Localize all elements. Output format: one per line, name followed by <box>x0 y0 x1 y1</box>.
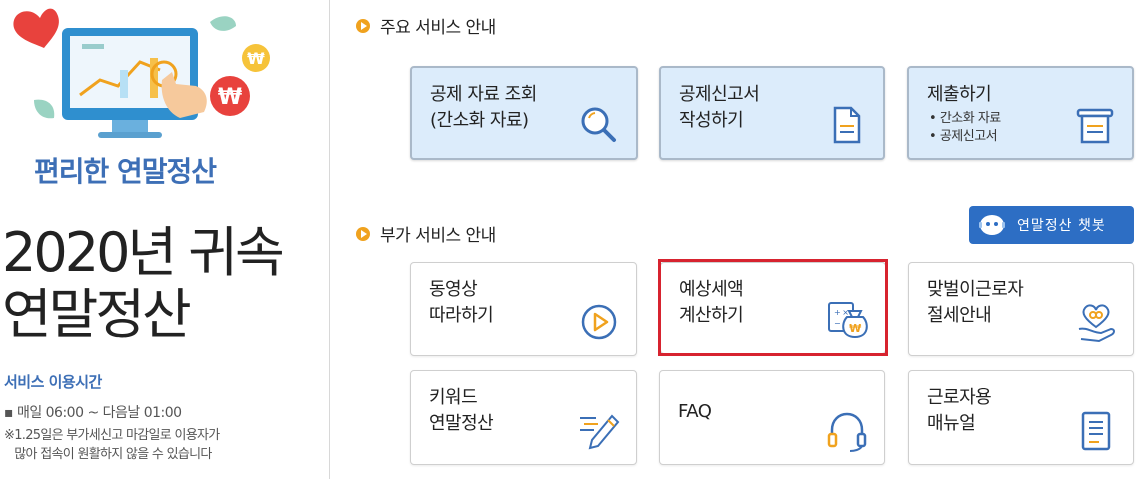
card-label: 맞벌이근로자 절세안내 <box>927 279 1024 326</box>
card-dual-income[interactable]: 맞벌이근로자 절세안내 <box>908 262 1134 356</box>
hero-subtitle: 편리한 연말정산 <box>34 155 217 188</box>
submit-sub-list: 간소화 자료 공제신고서 <box>929 110 1001 146</box>
left-panel: ₩ ₩ 편리한 연말정산 2020년 귀속 연말정산 서비스 이용시간 ▪ 매일… <box>0 0 330 479</box>
card-faq[interactable]: FAQ <box>659 370 885 465</box>
card-label: FAQ <box>678 401 712 422</box>
svg-text:₩: ₩ <box>218 85 242 110</box>
headset-icon <box>827 412 867 452</box>
page-title: 2020년 귀속 연말정산 <box>2 221 285 346</box>
submit-sub-item: 공제신고서 <box>929 128 1001 146</box>
card-label: 동영상 따라하기 <box>429 279 494 326</box>
card-label: 근로자용 매뉴얼 <box>927 387 992 434</box>
bullet-play-icon <box>356 18 370 33</box>
svg-text:₩: ₩ <box>849 322 861 335</box>
card-label: 예상세액 계산하기 <box>679 279 744 326</box>
page-title-line2: 연말정산 <box>2 283 192 346</box>
main-services-heading-label: 주요 서비스 안내 <box>380 18 496 38</box>
submit-sub-item: 간소화 자료 <box>929 110 1001 128</box>
extra-services-heading-label: 부가 서비스 안내 <box>380 226 496 246</box>
card-submit[interactable]: 제출하기 간소화 자료 공제신고서 <box>907 66 1134 160</box>
page-title-line1: 2020년 귀속 <box>2 221 285 284</box>
service-hours-time: ▪ 매일 06:00 ~ 다음날 01:00 <box>4 405 182 421</box>
card-label: 제출하기 <box>927 84 992 105</box>
card-video-guide[interactable]: 동영상 따라하기 <box>410 262 637 356</box>
heart-hand-icon <box>1078 304 1115 343</box>
chatbot-button[interactable]: 연말정산 챗봇 <box>969 206 1134 244</box>
service-hours-note: ※1.25일은 부가세신고 마감일로 이용자가 많아 접속이 원활하지 않을 수… <box>4 428 220 462</box>
bullet-play-icon <box>356 226 370 241</box>
card-tax-estimate[interactable]: 예상세액 계산하기 + × − = ₩ <box>660 262 886 354</box>
manual-icon <box>1081 411 1111 451</box>
calculator-moneybag-icon: + × − = ₩ <box>828 302 868 339</box>
card-keyword[interactable]: 키워드 연말정산 <box>410 370 637 465</box>
card-label: 공제 자료 조회 (간소화 자료) <box>430 84 537 131</box>
play-icon <box>581 304 617 340</box>
card-write-declaration[interactable]: 공제신고서 작성하기 <box>659 66 885 160</box>
pencil-icon <box>580 414 620 450</box>
main-services-heading: 주요 서비스 안내 <box>356 13 496 38</box>
magnifier-icon <box>581 107 616 142</box>
card-deduction-lookup[interactable]: 공제 자료 조회 (간소화 자료) <box>410 66 638 160</box>
extra-services-heading: 부가 서비스 안내 <box>356 221 496 246</box>
hero-illustration: ₩ ₩ <box>13 8 270 138</box>
card-label: 키워드 연말정산 <box>429 387 494 434</box>
svg-text:+ ×: + × <box>834 308 848 317</box>
document-icon <box>833 106 861 144</box>
svg-text:₩: ₩ <box>247 49 265 68</box>
service-hours-label: 서비스 이용시간 <box>4 373 102 391</box>
chatbot-label: 연말정산 챗봇 <box>1017 218 1106 234</box>
chatbot-icon <box>979 215 1005 235</box>
card-label: 공제신고서 작성하기 <box>679 84 760 131</box>
submit-tray-icon <box>1076 108 1114 144</box>
card-manual[interactable]: 근로자용 매뉴얼 <box>908 370 1134 465</box>
